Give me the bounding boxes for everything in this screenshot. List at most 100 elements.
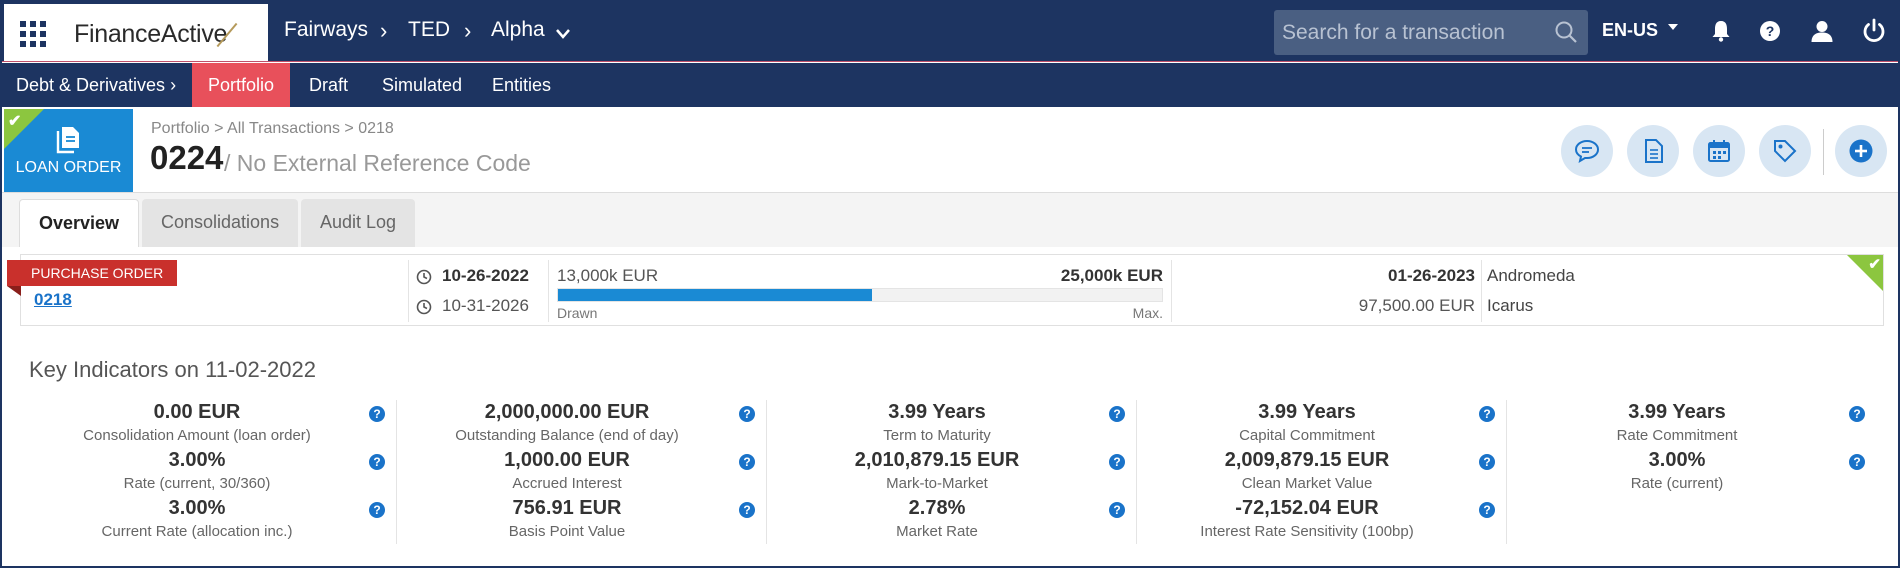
- indicator-label: Basis Point Value: [508, 523, 626, 540]
- user-icon[interactable]: [1808, 17, 1836, 45]
- logo-area: FinanceActive: [4, 4, 268, 61]
- help-icon[interactable]: ?: [739, 454, 755, 470]
- indicator-label: Clean Market Value: [1241, 475, 1373, 492]
- calendar-icon: [1708, 140, 1730, 162]
- comments-button[interactable]: [1561, 125, 1613, 177]
- help-icon[interactable]: ?: [739, 502, 755, 518]
- drawn-amount: 13,000k EUR: [557, 266, 659, 285]
- tab-audit-log[interactable]: Audit Log: [301, 199, 416, 247]
- help-icon[interactable]: ?: [1849, 454, 1865, 470]
- comment-icon: [1574, 139, 1600, 164]
- entity-name: Icarus: [1487, 296, 1534, 315]
- indicator-value: 2,000,000.00 EUR: [484, 401, 650, 423]
- help-icon[interactable]: ?: [369, 454, 385, 470]
- indicator-label: Rate (current, 30/360): [123, 475, 271, 492]
- help-icon[interactable]: ?: [1479, 502, 1495, 518]
- help-icon[interactable]: ?: [1849, 406, 1865, 422]
- help-icon[interactable]: ?: [1479, 406, 1495, 422]
- indicator-column: 3.99 Years Rate Commitment ? 3.00% Rate …: [1507, 400, 1877, 544]
- parent-transaction-link[interactable]: 0218: [34, 290, 72, 310]
- clock-icon: [416, 269, 432, 285]
- indicator-capital-commitment: 3.99 Years Capital Commitment: [1137, 400, 1477, 448]
- purchase-order-badge: PURCHASE ORDER: [7, 260, 178, 286]
- indicator-value: 3.99 Years: [1258, 401, 1356, 423]
- tags-button[interactable]: [1759, 125, 1811, 177]
- indicator-label: Interest Rate Sensitivity (100bp): [1200, 523, 1414, 540]
- nav-item-simulated[interactable]: Simulated: [366, 63, 478, 107]
- nav-module-debt-derivatives[interactable]: Debt & Derivatives ›: [2, 63, 190, 107]
- indicator-rate-commitment: 3.99 Years Rate Commitment: [1507, 400, 1847, 448]
- card-divider: [548, 260, 549, 322]
- caret-down-icon[interactable]: [1668, 24, 1678, 31]
- chevron-right-icon: ›: [464, 18, 472, 43]
- indicator-mark-to-market: 2,010,879.15 EUR Mark-to-Market: [767, 448, 1107, 496]
- indicator-label: Accrued Interest: [512, 475, 622, 492]
- page-breadcrumb[interactable]: Portfolio > All Transactions > 0218: [151, 120, 394, 138]
- breadcrumb-fairways[interactable]: Fairways: [284, 18, 368, 42]
- indicator-outstanding-balance: 2,000,000.00 EUR Outstanding Balance (en…: [397, 400, 737, 448]
- indicator-column: 2,000,000.00 EUR Outstanding Balance (en…: [397, 400, 767, 544]
- help-icon[interactable]: ?: [1109, 454, 1125, 470]
- card-divider: [408, 260, 409, 322]
- max-amount: 25,000k EUR: [1060, 266, 1163, 285]
- tab-bar: Overview Consolidations Audit Log: [2, 193, 1898, 247]
- indicator-term-to-maturity: 3.99 Years Term to Maturity: [767, 400, 1107, 448]
- indicator-label: Current Rate (allocation inc.): [101, 523, 293, 540]
- header-divider: [1823, 129, 1824, 175]
- indicator-value: 3.00%: [168, 497, 226, 519]
- add-button[interactable]: [1835, 125, 1887, 177]
- indicator-value: 3.99 Years: [888, 401, 986, 423]
- nav-item-entities[interactable]: Entities: [476, 63, 567, 107]
- indicator-value: 3.99 Years: [1628, 401, 1726, 423]
- help-icon[interactable]: ?: [1756, 17, 1784, 45]
- search-box[interactable]: Search for a transaction: [1274, 10, 1588, 55]
- help-icon[interactable]: ?: [369, 502, 385, 518]
- indicator-value: 1,000.00 EUR: [504, 449, 630, 471]
- indicator-market-rate: 2.78% Market Rate: [767, 496, 1107, 544]
- indicator-label: Rate Commitment: [1616, 427, 1738, 444]
- power-icon[interactable]: [1860, 17, 1888, 45]
- indicator-value: -72,152.04 EUR: [1235, 497, 1379, 519]
- search-input[interactable]: Search for a transaction: [1282, 21, 1505, 45]
- indicator-label: Term to Maturity: [883, 427, 991, 444]
- indicator-value: 0.00 EUR: [153, 401, 241, 423]
- counterparty-name: Andromeda: [1487, 266, 1575, 285]
- card-divider: [1481, 260, 1482, 322]
- nav-item-draft[interactable]: Draft: [293, 63, 364, 107]
- indicator-basis-point-value: 756.91 EUR Basis Point Value: [397, 496, 737, 544]
- indicator-interest-rate-sensitivity: -72,152.04 EUR Interest Rate Sensitivity…: [1137, 496, 1477, 544]
- help-icon[interactable]: ?: [1109, 502, 1125, 518]
- indicator-rate-current-30-360: 3.00% Rate (current, 30/360): [27, 448, 367, 496]
- nav-item-portfolio[interactable]: Portfolio: [192, 63, 291, 107]
- tab-consolidations[interactable]: Consolidations: [142, 199, 299, 247]
- indicator-label: Capital Commitment: [1239, 427, 1375, 444]
- help-icon[interactable]: ?: [739, 406, 755, 422]
- max-label: Max.: [1132, 305, 1163, 321]
- tab-overview[interactable]: Overview: [19, 199, 140, 247]
- indicator-rate-current: 3.00% Rate (current): [1507, 448, 1847, 496]
- key-indicators-title: Key Indicators on 11-02-2022: [29, 357, 316, 382]
- search-icon[interactable]: [1554, 20, 1578, 44]
- chevron-down-icon[interactable]: [555, 28, 571, 40]
- clock-icon: [416, 299, 432, 315]
- transaction-type-tile: ✔ LOAN ORDER: [4, 109, 133, 192]
- bell-icon[interactable]: [1707, 17, 1735, 45]
- logo[interactable]: FinanceActive: [74, 20, 227, 49]
- indicator-label: Market Rate: [896, 523, 978, 540]
- breadcrumb-alpha[interactable]: Alpha: [491, 18, 545, 42]
- help-icon[interactable]: ?: [1479, 454, 1495, 470]
- documents-button[interactable]: [1627, 125, 1679, 177]
- app-window: FinanceActive Fairways › TED › Alpha Sea…: [0, 0, 1900, 568]
- chevron-right-icon: ›: [170, 75, 177, 95]
- calendar-button[interactable]: [1693, 125, 1745, 177]
- help-icon[interactable]: ?: [369, 406, 385, 422]
- indicator-consolidation-amount: 0.00 EUR Consolidation Amount (loan orde…: [27, 400, 367, 448]
- document-icon: [56, 127, 79, 154]
- grid-icon[interactable]: [20, 21, 46, 47]
- breadcrumb-ted[interactable]: TED: [408, 18, 450, 42]
- language-selector[interactable]: EN-US: [1602, 20, 1658, 41]
- help-icon[interactable]: ?: [1109, 406, 1125, 422]
- next-amount: 97,500.00 EUR: [1358, 296, 1475, 315]
- indicator-value: 3.00%: [1648, 449, 1706, 471]
- indicator-label: Mark-to-Market: [886, 475, 988, 492]
